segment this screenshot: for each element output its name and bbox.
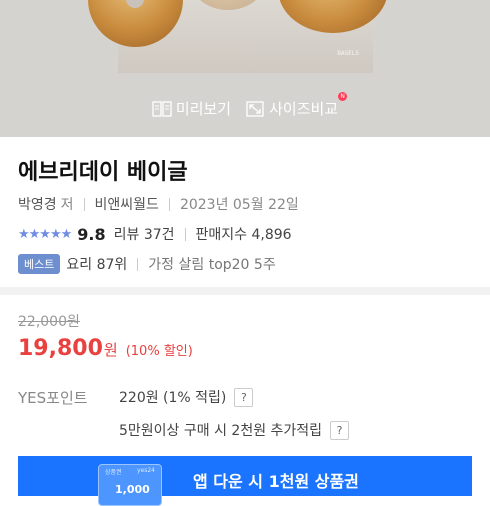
gift-card-icon: 상품권 yes24 1,000: [98, 464, 162, 506]
coupon-label: 상품권: [105, 469, 122, 476]
divider: [83, 197, 85, 211]
author-suffix: 저: [60, 197, 74, 213]
cover-watermark: BAGELS: [337, 50, 359, 57]
rating-stars-icon: ★★★★★: [18, 226, 72, 242]
divider: [137, 257, 139, 271]
rank-secondary[interactable]: 가정 살림 top20 5주: [148, 254, 275, 274]
point-extra-help-button[interactable]: ?: [330, 420, 350, 440]
preview-button[interactable]: 미리보기: [152, 98, 231, 119]
rank-primary-link[interactable]: 요리 87위: [66, 254, 127, 274]
publisher-link[interactable]: 비앤씨월드: [95, 194, 159, 214]
size-compare-label: 사이즈비교: [269, 100, 339, 118]
rank-row: 베스트 요리 87위 가정 살림 top20 5주: [18, 254, 276, 274]
yes-point-label: YES포인트: [18, 389, 88, 407]
book-open-icon: [152, 100, 172, 117]
point-help-button[interactable]: ?: [234, 387, 254, 407]
banner-text: 앱 다운 시 1천원 상품권: [193, 472, 359, 491]
section-divider: [0, 287, 490, 295]
sale-price: 19,800 원 (10% 할인): [18, 336, 193, 361]
resize-arrows-icon: [246, 100, 264, 117]
review-count-link[interactable]: 리뷰 37건: [114, 224, 175, 244]
point-row-basic: 220원 (1% 적립) ?: [119, 387, 254, 407]
bagel-image: [278, 0, 388, 33]
best-badge: 베스트: [18, 254, 61, 274]
product-title: 에브리데이 베이글: [18, 160, 188, 185]
product-cover-image[interactable]: BAGELS: [88, 0, 388, 73]
coupon-brand: yes24: [136, 467, 155, 474]
bagel-image: [88, 0, 183, 47]
sale-price-unit: 원: [103, 341, 118, 359]
discount-rate: (10% 할인): [125, 344, 193, 359]
new-badge: N: [338, 92, 348, 101]
divider: [184, 227, 186, 241]
point-extra-text: 5만원이상 구매 시 2천원 추가적립: [119, 423, 323, 439]
size-compare-button[interactable]: 사이즈비교 N: [245, 92, 348, 119]
app-download-banner[interactable]: 상품권 yes24 1,000 앱 다운 시 1천원 상품권: [18, 456, 472, 506]
rating-row: ★★★★★ 9.8 리뷰 37건 판매지수 4,896: [18, 224, 292, 244]
sale-price-amount: 19,800: [18, 336, 103, 361]
author-link[interactable]: 박영경: [18, 194, 57, 214]
publish-date: 2023년 05월 22일: [179, 197, 299, 213]
original-price: 22,000원: [18, 314, 80, 330]
point-basic-text: 220원 (1% 적립): [119, 390, 227, 406]
bagel-image: [188, 0, 268, 10]
rating-score: 9.8: [77, 224, 106, 244]
point-row-extra: 5만원이상 구매 시 2천원 추가적립 ?: [119, 420, 350, 440]
divider: [168, 197, 170, 211]
sales-index: 판매지수 4,896: [195, 227, 292, 243]
product-meta: 박영경 저 비앤씨월드 2023년 05월 22일: [18, 194, 299, 214]
product-image-area: BAGELS 미리보기 사이즈비교 N: [0, 0, 490, 137]
preview-label: 미리보기: [175, 100, 232, 118]
